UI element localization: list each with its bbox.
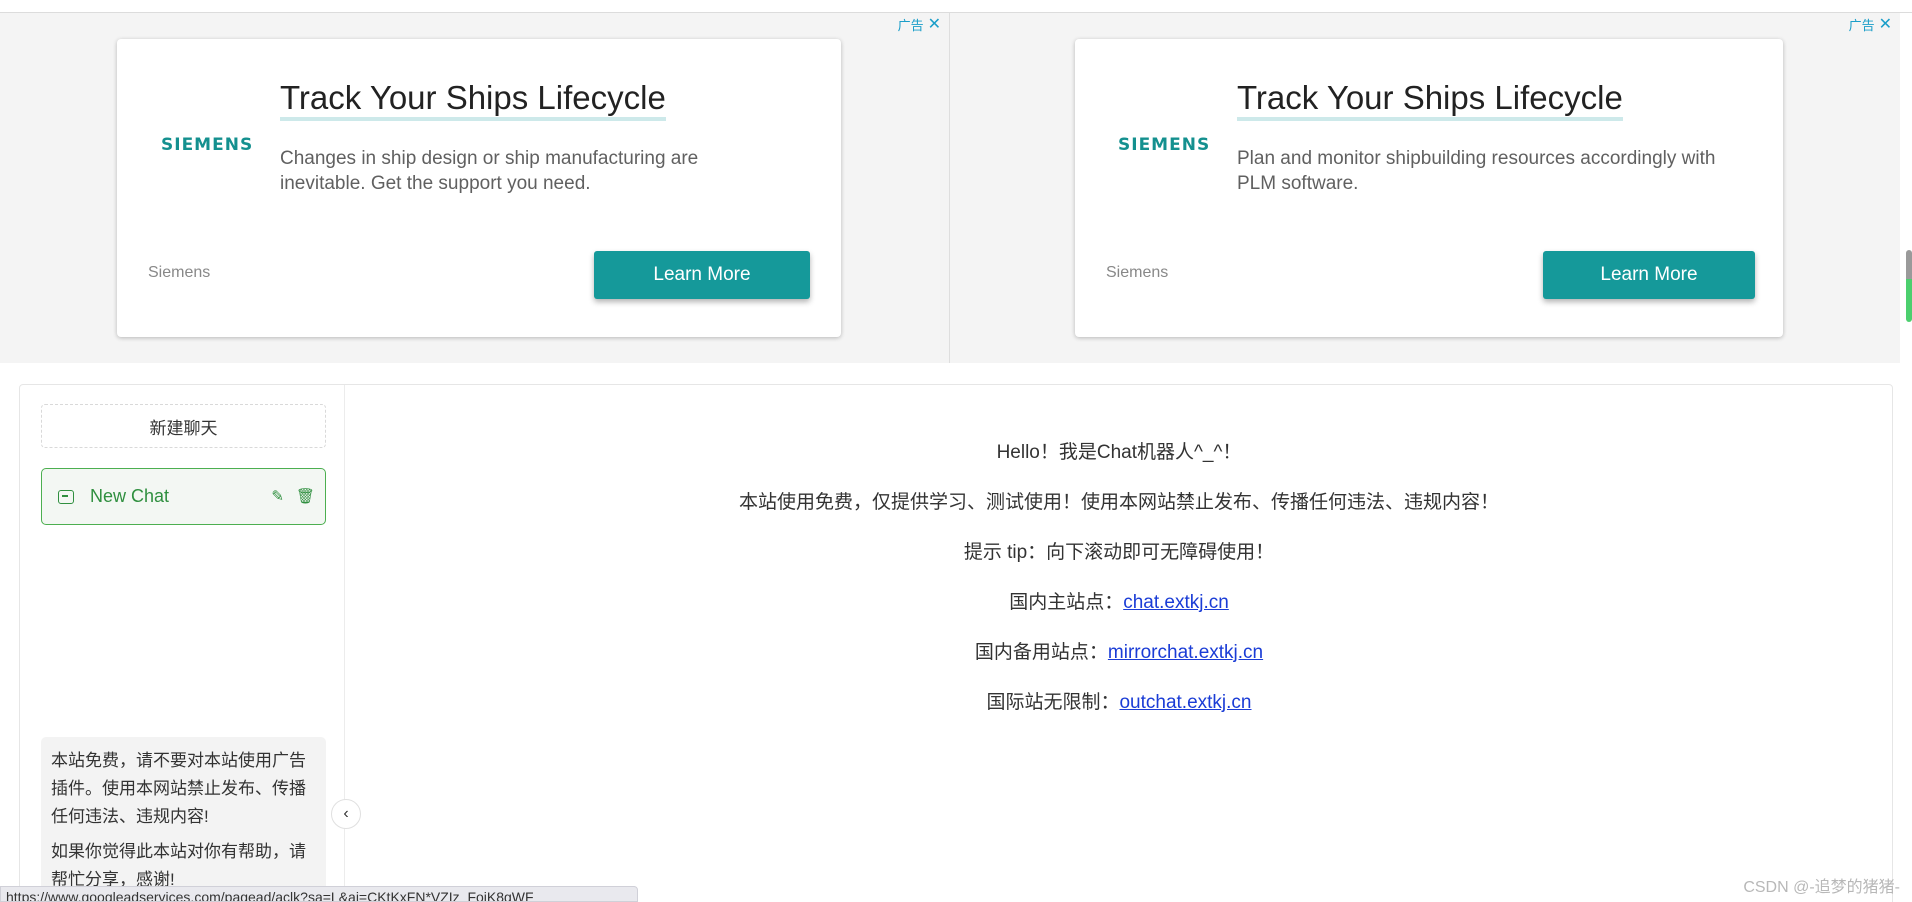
ad-title[interactable]: Track Your Ships Lifecycle: [280, 79, 666, 121]
browser-top-edge: [0, 0, 1912, 13]
international-site: 国际站无限制：outchat.extkj.cn: [346, 687, 1892, 714]
domestic-main-label: 国内主站点：: [1009, 592, 1124, 613]
chat-app: 新建聊天 New Chat ✎ 🗑 本站免费，请不要对本站使用广告插件。使用本网…: [19, 384, 1893, 902]
ad-description: Changes in ship design or ship manufactu…: [280, 148, 699, 194]
chat-title: New Chat: [90, 486, 170, 506]
delete-icon[interactable]: 🗑: [296, 487, 315, 507]
free-usage-notice: 本站使用免费，仅提供学习、测试使用！使用本网站禁止发布、传播任何违法、违规内容！: [738, 492, 1499, 513]
close-icon[interactable]: ✕: [928, 16, 941, 33]
ad-choices-badge[interactable]: 广告 ✕: [1849, 15, 1892, 34]
learn-more-button[interactable]: Learn More: [1543, 251, 1755, 299]
chat-list-item[interactable]: New Chat ✎ 🗑: [41, 468, 326, 525]
international-link[interactable]: outchat.extkj.cn: [1119, 692, 1251, 713]
siemens-logo: SIEMENS: [1118, 135, 1211, 155]
domestic-backup-site: 国内备用站点：mirrorchat.extkj.cn: [346, 637, 1892, 664]
welcome-panel: Hello！我是Chat机器人^_^！ 本站使用免费，仅提供学习、测试使用！使用…: [346, 385, 1892, 902]
csdn-watermark: CSDN @-追梦的猪猪-: [1743, 879, 1900, 896]
siemens-logo: SIEMENS: [161, 135, 254, 155]
domestic-backup-link[interactable]: mirrorchat.extkj.cn: [1108, 642, 1263, 663]
sidebar-notice: 本站免费，请不要对本站使用广告插件。使用本网站禁止发布、传播任何违法、违规内容!…: [41, 737, 326, 902]
message-icon: [58, 489, 74, 504]
ad-label: 广告: [1848, 18, 1875, 33]
chat-item-actions: ✎ 🗑: [271, 487, 315, 507]
international-label: 国际站无限制：: [986, 692, 1120, 713]
notice-paragraph: 本站免费，请不要对本站使用广告插件。使用本网站禁止发布、传播任何违法、违规内容!: [51, 751, 306, 826]
ad-brand: Siemens: [1106, 264, 1169, 281]
ad-card[interactable]: SIEMENS Track Your Ships Lifecycle Chang…: [117, 39, 841, 337]
greeting-text: Hello！我是Chat机器人^_^！: [996, 442, 1242, 463]
ad-card[interactable]: SIEMENS Track Your Ships Lifecycle Plan …: [1075, 39, 1783, 337]
domestic-main-site: 国内主站点：chat.extkj.cn: [346, 587, 1892, 614]
new-chat-button[interactable]: 新建聊天: [41, 404, 326, 448]
ad-pane-right: 广告 ✕ SIEMENS Track Your Ships Lifecycle …: [960, 13, 1900, 363]
browser-status-url: https://www.googleadservices.com/pagead/…: [0, 886, 638, 902]
scrollbar-thumb[interactable]: [1906, 250, 1912, 322]
ad-title[interactable]: Track Your Ships Lifecycle: [1237, 79, 1623, 121]
ad-banner-strip: 广告 ✕ SIEMENS Track Your Ships Lifecycle …: [0, 13, 1900, 363]
domestic-main-link[interactable]: chat.extkj.cn: [1123, 592, 1229, 613]
domestic-backup-label: 国内备用站点：: [974, 642, 1108, 663]
ad-pane-left: 广告 ✕ SIEMENS Track Your Ships Lifecycle …: [0, 13, 950, 363]
sidebar: 新建聊天 New Chat ✎ 🗑 本站免费，请不要对本站使用广告插件。使用本网…: [20, 385, 345, 902]
ad-choices-badge[interactable]: 广告 ✕: [898, 15, 941, 34]
scroll-tip: 提示 tip：向下滚动即可无障碍使用！: [963, 542, 1275, 563]
ad-description: Plan and monitor shipbuilding resources …: [1237, 148, 1716, 194]
learn-more-button[interactable]: Learn More: [594, 251, 810, 299]
close-icon[interactable]: ✕: [1879, 16, 1892, 33]
ad-label: 广告: [897, 18, 924, 33]
ad-brand: Siemens: [148, 264, 211, 281]
edit-icon[interactable]: ✎: [271, 487, 284, 507]
